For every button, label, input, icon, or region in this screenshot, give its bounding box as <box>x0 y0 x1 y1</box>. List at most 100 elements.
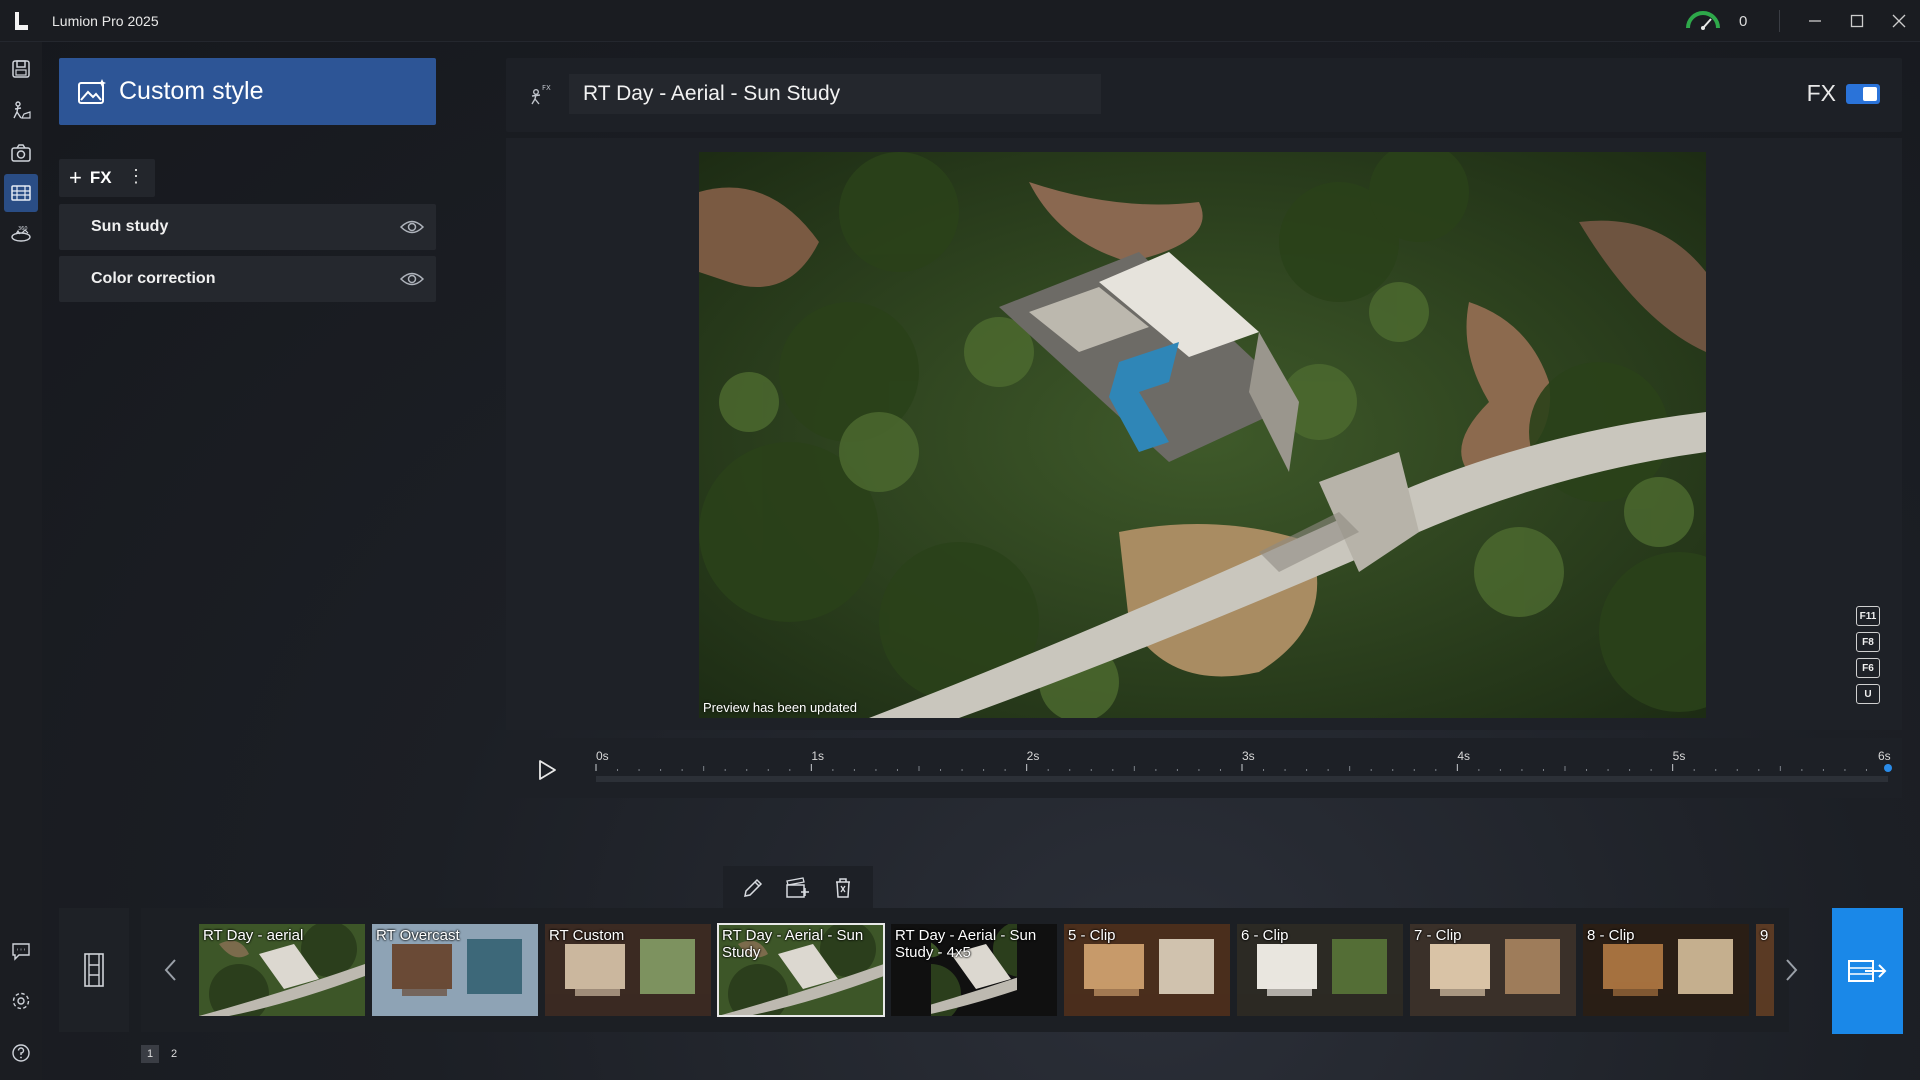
timeline: 0s 1s 2s 3s 4s 5s 6s <box>506 738 1902 798</box>
clip-thumbnail[interactable]: 6 - Clip <box>1237 924 1403 1016</box>
title-bar: Lumion Pro 2025 0 <box>0 0 1920 42</box>
settings-button[interactable] <box>4 982 38 1020</box>
movie-icon <box>11 185 31 201</box>
timeline-tick-label: 0s <box>596 749 609 763</box>
timeline-tick-label: 3s <box>1242 749 1255 763</box>
photo-icon <box>11 144 31 162</box>
svg-text:FX: FX <box>542 84 551 92</box>
minimize-icon <box>1809 20 1821 22</box>
timeline-tick-label: 1s <box>811 749 824 763</box>
clip-thumbnail[interactable]: 9 <box>1756 924 1774 1016</box>
fx-camera-icon: FX <box>531 84 551 105</box>
page-2-button[interactable]: 2 <box>165 1045 183 1063</box>
plus-icon: + <box>69 165 82 190</box>
edit-pencil-icon[interactable] <box>740 875 766 901</box>
chevron-left-icon[interactable] <box>161 956 181 984</box>
clip-label: RT Custom <box>549 927 625 944</box>
render-movie-button[interactable] <box>1832 908 1903 1034</box>
clip-thumbnail[interactable]: RT Day - Aerial - Sun Study <box>717 923 885 1017</box>
clip-thumbnail[interactable]: RT Custom <box>545 924 711 1016</box>
timeline-tick-label: 6s <box>1878 749 1891 763</box>
render-preview-image[interactable]: Preview has been updated <box>699 152 1706 718</box>
clip-name-field[interactable]: RT Day - Aerial - Sun Study <box>569 74 1101 114</box>
clip-label: 6 - Clip <box>1241 927 1289 944</box>
custom-style-button[interactable]: Custom style <box>59 58 436 125</box>
clip-label: RT Day - Aerial - Sun Study <box>722 927 864 961</box>
build-mode-button[interactable] <box>4 92 38 130</box>
feedback-button[interactable] <box>4 932 38 970</box>
clip-thumbnail[interactable]: 5 - Clip <box>1064 924 1230 1016</box>
file-button[interactable] <box>4 50 38 88</box>
preview-viewport: Preview has been updated F11 F8 F6 U <box>506 138 1902 730</box>
panorama-icon: 360 <box>11 226 31 242</box>
clip-label: 5 - Clip <box>1068 927 1116 944</box>
clip-thumbnail[interactable]: RT Overcast <box>372 924 538 1016</box>
clip-filmstrip: RT Day - aerial RT Overcast RT Custom RT Da… <box>141 908 1798 1032</box>
preview-status-text: Preview has been updated <box>703 700 857 715</box>
fx-item-label: Color correction <box>91 270 216 287</box>
timeline-tick-label: 4s <box>1457 749 1470 763</box>
help-icon <box>12 1044 30 1062</box>
close-button[interactable] <box>1878 0 1920 42</box>
add-fx-button[interactable]: + FX ⋮ <box>59 159 155 197</box>
timeline-track[interactable] <box>596 776 1888 782</box>
movie-mode-button[interactable] <box>4 174 38 212</box>
clip-label: 7 - Clip <box>1414 927 1462 944</box>
photo-mode-button[interactable] <box>4 134 38 172</box>
hotkey-u-button[interactable]: U <box>1856 684 1880 704</box>
minimize-button[interactable] <box>1794 0 1836 42</box>
hotkey-f6-button[interactable]: F6 <box>1856 658 1880 678</box>
film-strip-icon <box>84 953 104 987</box>
clip-label: 9 <box>1760 927 1769 944</box>
fx-item-color-correction[interactable]: Color correction <box>59 256 436 302</box>
clip-thumbnail[interactable]: 8 - Clip <box>1583 924 1749 1016</box>
performance-gauge-icon[interactable] <box>1685 11 1721 31</box>
maximize-icon <box>1850 14 1864 28</box>
close-icon <box>1892 14 1906 28</box>
more-options-icon[interactable]: ⋮ <box>127 167 145 185</box>
clip-toolbar <box>723 866 873 910</box>
performance-value: 0 <box>1739 12 1748 30</box>
build-icon <box>13 101 31 119</box>
custom-style-label: Custom style <box>119 77 264 105</box>
left-icon-rail: 360 <box>0 42 42 1080</box>
clip-thumbnail[interactable]: RT Day - Aerial - Sun Study - 4x5 <box>891 924 1057 1016</box>
timeline-tick-label: 5s <box>1673 749 1686 763</box>
timeline-ruler[interactable]: 0s 1s 2s 3s 4s 5s 6s <box>566 738 1902 798</box>
image-style-icon <box>78 78 106 104</box>
aerial-house-render <box>699 152 1706 718</box>
clip-header: FX RT Day - Aerial - Sun Study FX <box>506 58 1902 132</box>
playhead-handle[interactable] <box>1884 764 1892 772</box>
movie-clips-button[interactable] <box>59 908 129 1032</box>
timeline-tick-label: 2s <box>1027 749 1040 763</box>
clip-thumbnail[interactable]: 7 - Clip <box>1410 924 1576 1016</box>
add-clip-icon[interactable] <box>785 875 811 901</box>
page-1-button[interactable]: 1 <box>141 1045 159 1063</box>
add-fx-label: FX <box>89 168 112 187</box>
app-title: Lumion Pro 2025 <box>52 13 159 29</box>
clip-label: RT Day - aerial <box>203 927 304 944</box>
hotkey-f8-button[interactable]: F8 <box>1856 632 1880 652</box>
clip-label: 8 - Clip <box>1587 927 1635 944</box>
fx-item-label: Sun study <box>91 218 169 235</box>
fx-toggle-label: FX <box>1806 80 1836 106</box>
feedback-icon <box>12 943 30 961</box>
lumion-logo-icon <box>15 12 28 30</box>
delete-clip-icon[interactable] <box>830 875 856 901</box>
visibility-eye-icon[interactable] <box>400 269 424 289</box>
visibility-eye-icon[interactable] <box>400 217 424 237</box>
play-icon[interactable] <box>536 758 558 782</box>
fx-toggle-switch[interactable] <box>1846 84 1880 104</box>
maximize-button[interactable] <box>1836 0 1878 42</box>
title-bar-divider <box>1779 10 1780 32</box>
filmstrip-pagination: 1 2 <box>141 1045 189 1063</box>
chevron-right-icon[interactable] <box>1781 956 1801 984</box>
hotkey-f11-button[interactable]: F11 <box>1856 606 1880 626</box>
clip-label: RT Overcast <box>376 927 460 944</box>
fx-item-sun-study[interactable]: Sun study <box>59 204 436 250</box>
clip-thumbnail[interactable]: RT Day - aerial <box>199 924 365 1016</box>
render-export-icon <box>1847 960 1886 982</box>
help-button[interactable] <box>4 1034 38 1072</box>
panorama-mode-button[interactable]: 360 <box>4 216 38 254</box>
settings-icon <box>12 992 30 1010</box>
